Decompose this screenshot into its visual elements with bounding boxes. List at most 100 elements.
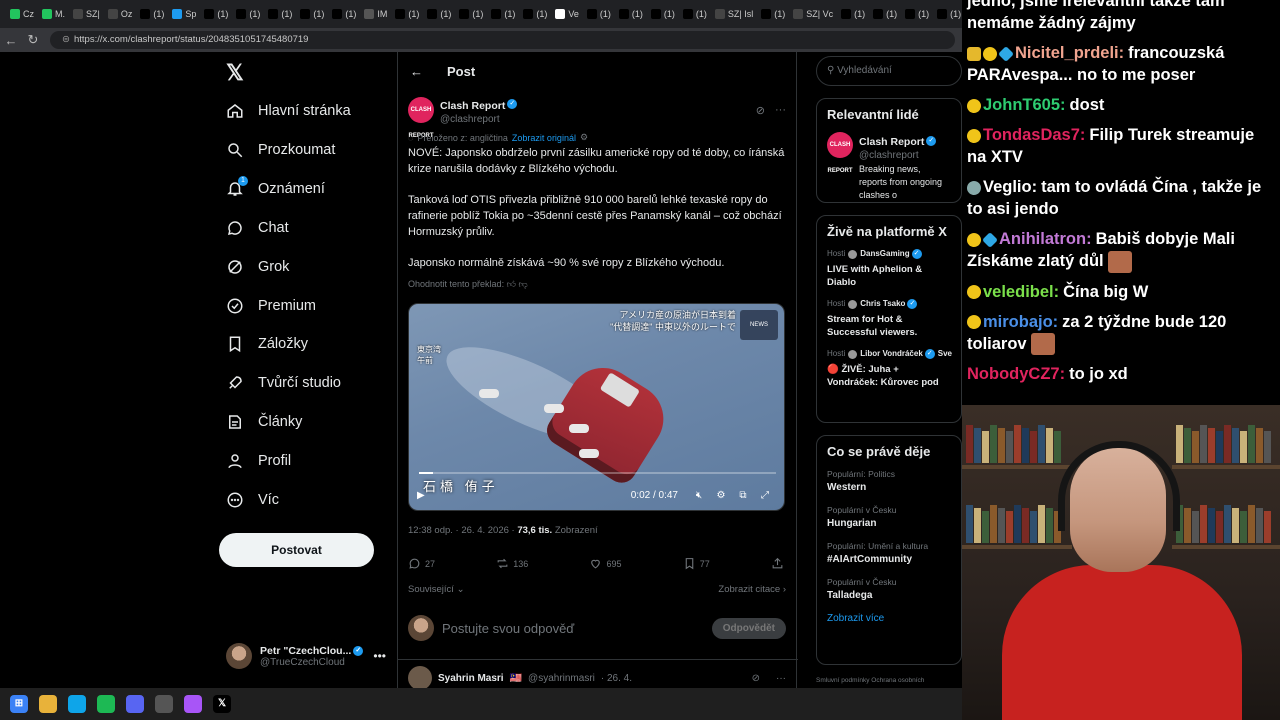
author-name[interactable]: Clash Report [440, 100, 505, 112]
play-icon[interactable]: ▶ [417, 490, 431, 501]
nav-item-home[interactable]: Hlavní stránka [226, 96, 351, 126]
browser-tab[interactable]: (1) [264, 4, 296, 24]
chat-username[interactable]: mirobajo: [983, 313, 1058, 331]
browser-tab[interactable]: Sp [168, 4, 200, 24]
nav-item-article[interactable]: Články [226, 407, 302, 437]
browser-tab[interactable]: (1) [455, 4, 487, 24]
grok-icon[interactable]: ⊘ [756, 104, 765, 117]
browser-tab[interactable]: SZ| Isl [711, 4, 757, 24]
browser-tab[interactable]: (1) [837, 4, 869, 24]
browser-tab[interactable]: (1) [487, 4, 519, 24]
trend-item[interactable]: Populární v Česku Talladega [827, 577, 951, 601]
relevant-name[interactable]: Clash Report [859, 136, 924, 148]
show-original-link[interactable]: Zobrazit originál [512, 133, 576, 143]
mute-icon[interactable]: 🔇︎ [688, 490, 710, 501]
author-avatar[interactable]: CLASH REPORT [827, 132, 853, 174]
nav-item-bookmark[interactable]: Záložky [226, 329, 308, 359]
like-button[interactable]: 695 [589, 557, 622, 570]
browser-tab[interactable]: (1) [901, 4, 933, 24]
url-field[interactable]: ⊜ https://x.com/clashreport/status/204835… [50, 31, 955, 49]
trend-item[interactable]: Populární: Politics Western [827, 469, 951, 493]
fullscreen-icon[interactable]: ⤢ [754, 490, 776, 501]
bookmark-button[interactable]: 77 [683, 557, 710, 570]
post-button[interactable]: Postovat [219, 533, 374, 567]
show-more-link[interactable]: Zobrazit více [827, 613, 951, 624]
nav-item-search[interactable]: Prozkoumat [226, 135, 335, 165]
nav-item-profile[interactable]: Profil [226, 446, 291, 476]
browser-tab[interactable]: (1) [757, 4, 789, 24]
next-post-handle[interactable]: @syahrinmasri [528, 673, 595, 684]
browser-tab[interactable]: Ve [551, 4, 583, 24]
obs-icon[interactable] [155, 695, 173, 713]
trend-item[interactable]: Populární: Umění a kultura #AIArtCommunit… [827, 541, 951, 565]
x-logo-icon[interactable]: 𝕏 [226, 60, 244, 86]
thumbs-up-icon[interactable]: 👍︎ [507, 279, 516, 289]
browser-tab[interactable]: Oz [104, 4, 137, 24]
nav-item-bell[interactable]: 1 Oznámení [226, 174, 325, 204]
repost-button[interactable]: 136 [496, 557, 528, 570]
live-stream-item[interactable]: Hosti Libor Vondráček ✓ Sve 🔴 ŽIVĚ: Juha + V… [827, 349, 952, 389]
settings-gear-icon[interactable]: ⚙ [710, 490, 732, 501]
browser-tab[interactable]: (1) [647, 4, 679, 24]
reply-input[interactable]: Postujte svou odpověď [442, 621, 574, 636]
trend-item[interactable]: Populární v Česku Hungarian [827, 505, 951, 529]
popout-icon[interactable]: ⧉ [732, 490, 754, 501]
browser-tab[interactable]: (1) [615, 4, 647, 24]
browser-tab[interactable]: (1) [391, 4, 423, 24]
browser-tab[interactable]: (1) [296, 4, 328, 24]
grok-icon[interactable]: ⊘ [752, 673, 760, 684]
browser-tab[interactable]: (1) [869, 4, 901, 24]
reply-submit-button[interactable]: Odpovědět [711, 617, 786, 639]
chat-username[interactable]: NobodyCZ7: [967, 365, 1065, 383]
share-button[interactable] [771, 557, 784, 570]
browser-tab[interactable]: (1) [679, 4, 711, 24]
chat-username[interactable]: JohnT605: [983, 96, 1066, 114]
x-app-icon[interactable]: 𝕏 [213, 695, 231, 713]
more-dots-icon[interactable]: ··· [776, 673, 786, 684]
video-player[interactable]: アメリカ産の原油が日本到着 "代替調達" 中東以外のルートで NEWS 東京湾 … [408, 303, 785, 511]
account-switcher[interactable]: Petr "CzechClou... ✓ @TrueCzechCloud ••• [226, 638, 386, 674]
back-icon[interactable]: ← [0, 33, 22, 48]
settings-gear-icon[interactable]: ⚙ [580, 132, 588, 143]
browser-tab[interactable]: M. [38, 4, 69, 24]
browser-tab[interactable]: SZ| [69, 4, 104, 24]
more-dots-icon[interactable]: ··· [775, 104, 786, 117]
site-info-icon[interactable]: ⊜ [62, 34, 70, 45]
chat-username[interactable]: Anihilatron: [999, 230, 1092, 248]
next-post-author[interactable]: Syahrin Masri [438, 673, 504, 684]
chat-username[interactable]: Veglio: [983, 178, 1037, 196]
browser-tab[interactable]: Cz [6, 4, 38, 24]
search-input[interactable]: ⚲ Vyhledávání [816, 56, 962, 86]
author-handle[interactable]: @clashreport [440, 114, 517, 125]
footer-links[interactable]: Smluvní podmínky Ochrana osobních [816, 677, 962, 684]
post-timestamp[interactable]: 12:38 odp. · 26. 4. 2026 · [408, 525, 515, 536]
author-avatar[interactable]: CLASH REPORT [408, 97, 434, 139]
reply-button[interactable]: 27 [408, 557, 435, 570]
browser-tab[interactable]: (1) [136, 4, 168, 24]
chat-username[interactable]: TondasDas7: [983, 126, 1085, 144]
browser-tab[interactable]: SZ| Vc [789, 4, 837, 24]
browser-tab[interactable]: (1) [328, 4, 360, 24]
browser-tab[interactable]: (1) [583, 4, 615, 24]
nav-item-more[interactable]: Víc [226, 485, 279, 515]
windows-start-icon[interactable]: ⊞ [10, 695, 28, 713]
nav-item-grok[interactable]: Grok [226, 252, 289, 282]
browser-tab[interactable]: (1) [200, 4, 232, 24]
video-progress-bar[interactable] [419, 472, 776, 474]
more-dots-icon[interactable]: ••• [373, 649, 386, 663]
relevant-handle[interactable]: @clashreport [859, 150, 951, 161]
show-quotes-link[interactable]: Zobrazit citace › [718, 584, 786, 595]
thumbs-down-icon[interactable]: 👎︎ [519, 279, 528, 289]
reload-icon[interactable]: ↻ [22, 32, 44, 48]
browser-tab[interactable]: (1) [519, 4, 551, 24]
live-stream-item[interactable]: Hosti Chris Tsako ✓ Stream for Hot & Succes… [827, 299, 951, 339]
chat-username[interactable]: veledibel: [983, 283, 1059, 301]
spotify-icon[interactable] [97, 695, 115, 713]
browser-tab[interactable]: (1) [232, 4, 264, 24]
edge-browser-icon[interactable] [68, 695, 86, 713]
back-arrow-icon[interactable]: ← [410, 64, 423, 79]
browser-tab[interactable]: (1) [423, 4, 455, 24]
nav-item-chat[interactable]: Chat [226, 213, 289, 243]
chat-username[interactable]: Nicitel_prdeli: [1015, 44, 1124, 62]
file-explorer-icon[interactable] [39, 695, 57, 713]
